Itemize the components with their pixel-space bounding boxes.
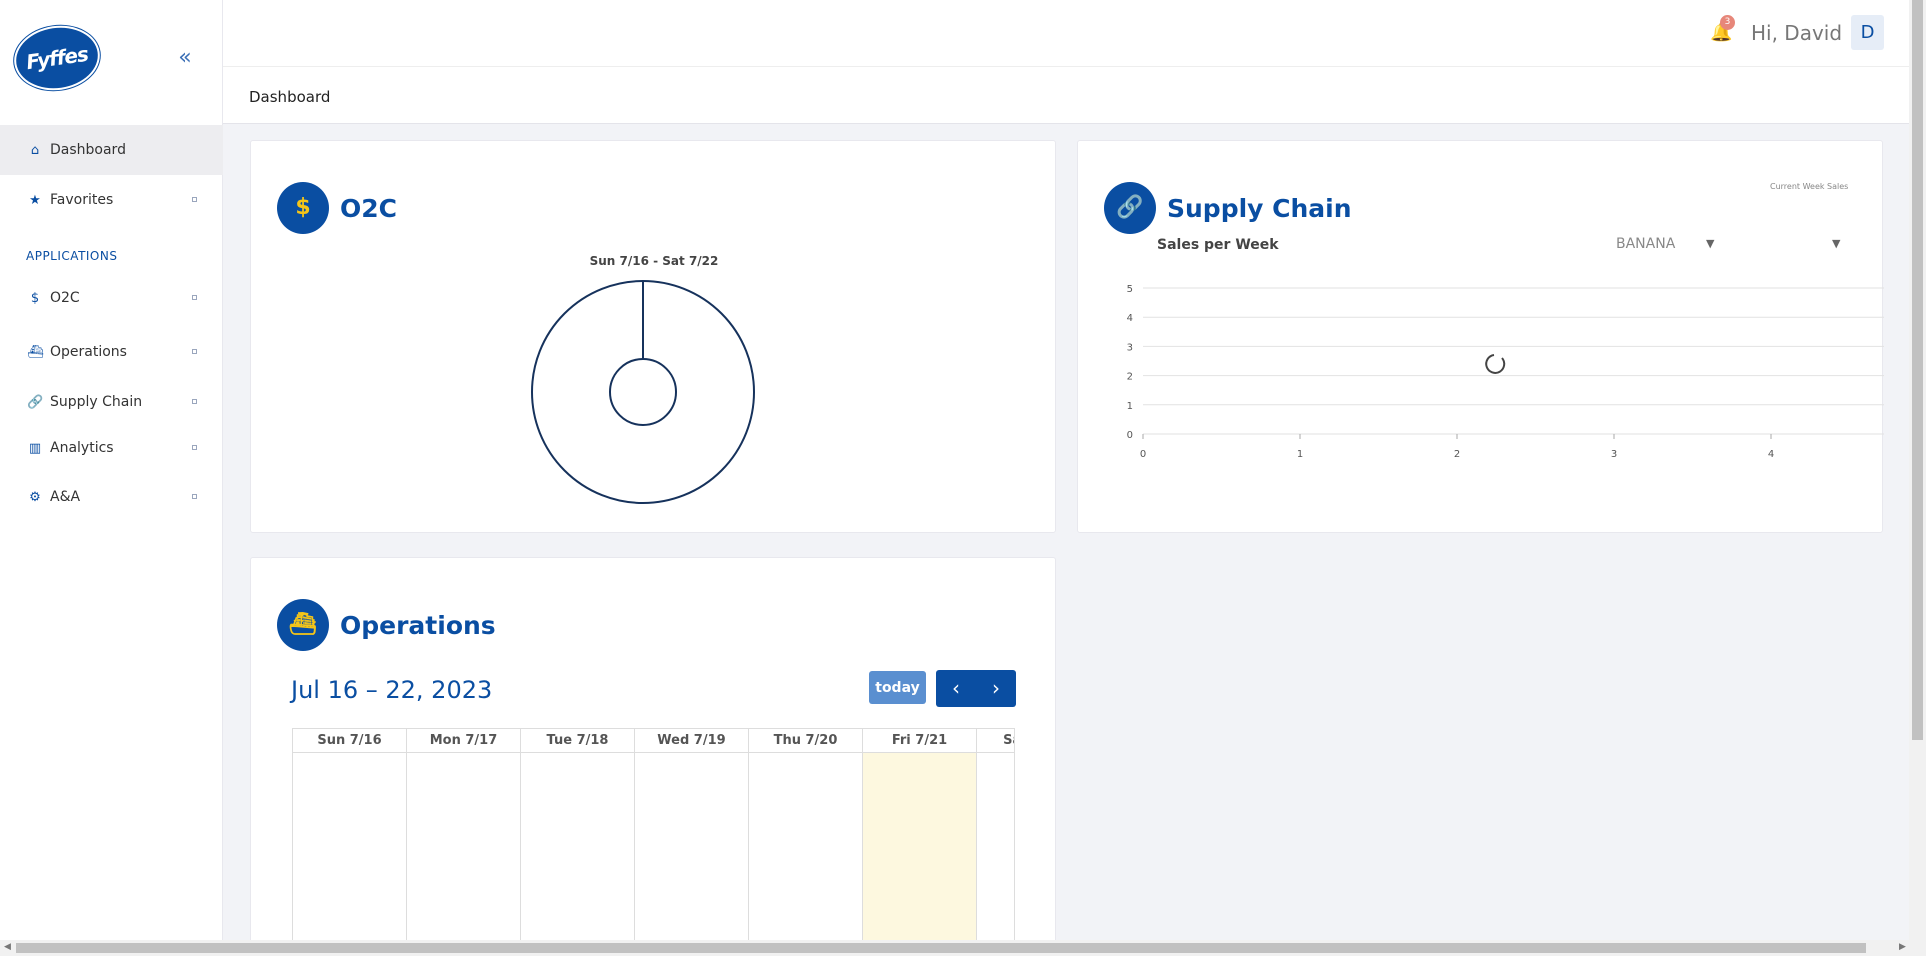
sidebar-item-analytics[interactable]: ▥ Analytics: [0, 425, 223, 471]
star-icon: ★: [29, 192, 41, 208]
sidebar-item-label: Analytics: [50, 440, 114, 456]
expand-indicator-icon: [192, 197, 197, 202]
x-tick-label: 0: [1140, 449, 1146, 460]
sidebar-item-label: O2C: [50, 290, 80, 306]
calendar-nav: ‹ ›: [936, 670, 1016, 707]
sales-per-week-label: Sales per Week: [1157, 237, 1279, 253]
o2c-card: $ O2C Sun 7/16 - Sat 7/22: [250, 140, 1056, 533]
expand-indicator-icon: [192, 399, 197, 404]
o2c-donut-chart: [531, 280, 755, 504]
vertical-scrollbar[interactable]: [1909, 0, 1926, 940]
sidebar-item-label: Supply Chain: [50, 394, 143, 410]
expand-indicator-icon: [192, 349, 197, 354]
calendar-day-header: Sat 7/22: [977, 728, 1014, 753]
applications-section-label: APPLICATIONS: [26, 249, 118, 263]
sidebar-item-label: Operations: [50, 344, 127, 360]
supply-chain-card-title: Supply Chain: [1167, 194, 1352, 223]
sidebar-item-supply-chain[interactable]: 🔗 Supply Chain: [0, 379, 223, 425]
x-tick-label: 4: [1768, 449, 1774, 460]
calendar-day-column[interactable]: Mon 7/17: [407, 728, 521, 948]
y-tick-label: 4: [1127, 313, 1133, 324]
chevron-down-icon[interactable]: ▼: [1832, 237, 1840, 250]
calendar-title: Jul 16 – 22, 2023: [291, 676, 493, 704]
product-select[interactable]: BANANA: [1616, 236, 1675, 252]
calendar-day-header: Fri 7/21: [863, 728, 976, 753]
calendar-day-header: Wed 7/19: [635, 728, 748, 753]
link-icon: 🔗: [1104, 182, 1156, 234]
calendar-day-column[interactable]: Sat 7/22: [977, 728, 1014, 948]
top-header: 🔔 3 Hi, David D: [223, 0, 1909, 67]
x-tick-label: 2: [1454, 449, 1460, 460]
fyffes-logo[interactable]: Fyffes: [9, 20, 105, 96]
sidebar-item-a-and-a[interactable]: ⚙ A&A: [0, 471, 223, 523]
calendar-day-column[interactable]: Tue 7/18: [521, 728, 635, 948]
x-tick-label: 3: [1611, 449, 1617, 460]
calendar-day-column[interactable]: Sun 7/16: [293, 728, 407, 948]
y-tick-label: 2: [1127, 372, 1133, 383]
sidebar-item-operations[interactable]: ⛴ Operations: [0, 325, 223, 379]
chevron-down-icon[interactable]: ▼: [1706, 237, 1714, 250]
y-tick-label: 5: [1127, 284, 1133, 295]
calendar-day-header: Mon 7/17: [407, 728, 520, 753]
sidebar-item-label: A&A: [50, 489, 81, 505]
current-week-sales-label: Current Week Sales: [1770, 182, 1849, 191]
sidebar-item-label: Dashboard: [50, 142, 126, 158]
sidebar: Fyffes « ⌂ Dashboard ★ Favorites APPLICA…: [0, 0, 223, 940]
user-greeting: Hi, David: [1751, 21, 1843, 45]
scroll-left-icon[interactable]: ◀: [4, 942, 11, 952]
loading-spinner-icon: [1485, 354, 1506, 374]
horizontal-scrollbar[interactable]: ◀ ▶: [0, 940, 1926, 956]
calendar-day-header: Tue 7/18: [521, 728, 634, 753]
calendar-day-cell[interactable]: [863, 753, 976, 948]
expand-indicator-icon: [192, 295, 197, 300]
horizontal-scrollbar-thumb[interactable]: [16, 943, 1866, 953]
breadcrumb-bar: Dashboard: [223, 67, 1909, 124]
x-tick-label: 1: [1297, 449, 1303, 460]
donut-inner-ring: [609, 358, 677, 426]
sidebar-item-label: Favorites: [50, 192, 114, 208]
double-chevron-left-icon[interactable]: «: [173, 46, 197, 70]
sidebar-nav: ⌂ Dashboard ★ Favorites APPLICATIONS $ O…: [0, 125, 223, 523]
bar-chart-icon: ▥: [28, 440, 42, 456]
operations-card: ⛴ Operations Jul 16 – 22, 2023 today ‹ ›…: [250, 557, 1056, 948]
calendar-week-grid: Sun 7/16 Mon 7/17 Tue 7/18 Wed 7/19 Thu 7/20…: [292, 728, 1015, 948]
calendar-day-column[interactable]: Thu 7/20: [749, 728, 863, 948]
chevron-left-icon[interactable]: ‹: [936, 670, 976, 707]
chevron-right-icon[interactable]: ›: [976, 670, 1016, 707]
expand-indicator-icon: [192, 445, 197, 450]
sidebar-item-o2c[interactable]: $ O2C: [0, 271, 223, 325]
calendar-day-column[interactable]: Fri 7/21: [863, 728, 977, 948]
calendar-day-header: Thu 7/20: [749, 728, 862, 753]
ship-icon: ⛴: [277, 599, 329, 651]
calendar-day-column[interactable]: Wed 7/19: [635, 728, 749, 948]
sidebar-item-favorites[interactable]: ★ Favorites: [0, 175, 223, 225]
supply-chain-card: 🔗 Supply Chain Current Week Sales Sales …: [1077, 140, 1884, 533]
home-icon: ⌂: [30, 142, 40, 158]
scroll-right-icon[interactable]: ▶: [1899, 942, 1906, 952]
vertical-scrollbar-thumb[interactable]: [1912, 0, 1923, 740]
gear-icon: ⚙: [29, 489, 41, 505]
expand-indicator-icon: [192, 494, 197, 499]
sidebar-item-dashboard[interactable]: ⌂ Dashboard: [0, 125, 223, 175]
breadcrumb: Dashboard: [249, 88, 331, 106]
y-tick-label: 1: [1127, 401, 1133, 412]
notification-badge: 3: [1720, 15, 1735, 30]
link-icon: 🔗: [27, 394, 44, 410]
operations-card-title: Operations: [340, 611, 496, 640]
ship-icon: ⛴: [27, 344, 44, 360]
calendar-day-header: Sun 7/16: [293, 728, 406, 753]
today-button[interactable]: today: [869, 671, 926, 704]
dollar-icon: $: [30, 290, 40, 306]
y-tick-label: 0: [1127, 430, 1133, 441]
sales-per-week-chart: 0 1 2 3 4 5 0 1 2 3 4: [1127, 284, 1884, 460]
avatar[interactable]: D: [1851, 15, 1884, 50]
y-tick-label: 3: [1127, 342, 1133, 353]
